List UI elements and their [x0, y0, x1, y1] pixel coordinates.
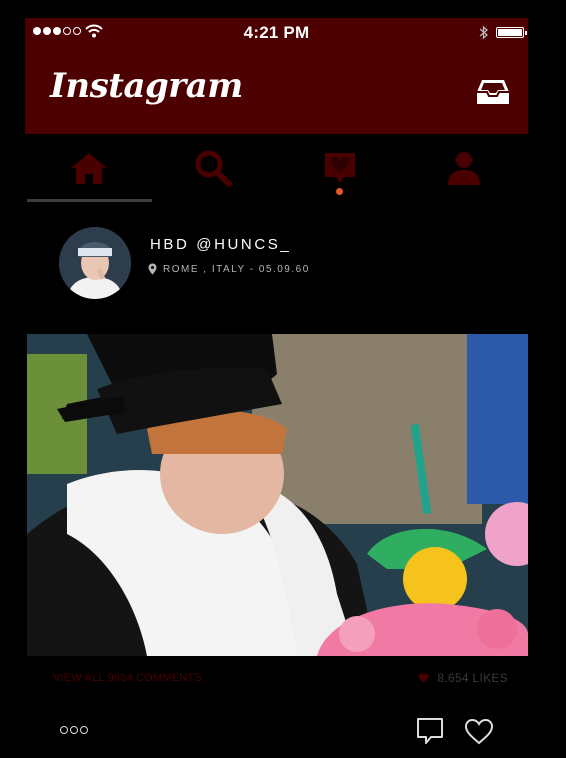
post-location-text: ROME , ITALY - 05.09.60	[163, 263, 310, 275]
avatar[interactable]	[59, 227, 131, 299]
notification-dot	[336, 188, 343, 195]
more-options-icon[interactable]	[60, 726, 88, 734]
activity-heart-icon	[325, 153, 355, 183]
battery-icon	[496, 27, 527, 38]
comment-icon[interactable]	[416, 717, 444, 745]
home-icon	[71, 153, 107, 184]
tab-search[interactable]	[193, 148, 233, 188]
inbox-icon[interactable]	[476, 78, 510, 106]
bluetooth-icon	[479, 25, 488, 40]
view-comments-link[interactable]: VIEW ALL 9634 COMMENTS	[53, 672, 202, 684]
tab-home[interactable]	[69, 148, 109, 188]
tab-activity[interactable]	[320, 148, 360, 188]
likes-count: 8.654 LIKES	[437, 671, 508, 685]
nav-tab-bar	[25, 138, 528, 206]
tab-profile[interactable]	[444, 148, 484, 188]
active-tab-indicator	[27, 199, 152, 202]
profile-icon	[448, 152, 480, 185]
status-bar: 4:21 PM	[25, 18, 528, 48]
location-pin-icon	[148, 263, 157, 275]
heart-icon[interactable]	[464, 718, 494, 745]
status-time: 4:21 PM	[243, 23, 310, 42]
post-username[interactable]: HBD @HUNCS_	[150, 236, 291, 253]
search-icon	[195, 150, 232, 187]
post-photo[interactable]	[27, 334, 528, 656]
app-header: 4:21 PM Instagram	[25, 18, 528, 134]
post-location[interactable]: ROME , ITALY - 05.09.60	[148, 263, 310, 275]
app-logo: Instagram	[50, 66, 243, 106]
like-heart-icon	[418, 673, 429, 683]
post-likes[interactable]: 8.654 LIKES	[418, 671, 508, 685]
